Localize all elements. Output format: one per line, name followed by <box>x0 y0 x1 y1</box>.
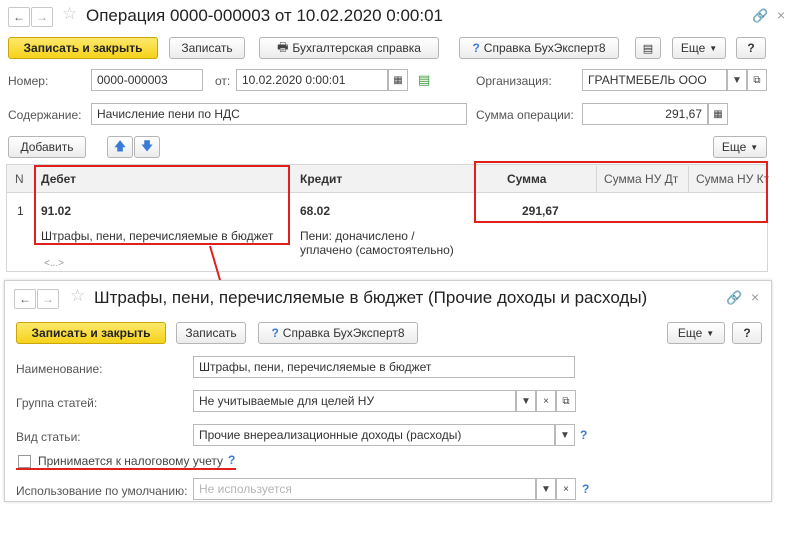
organization-field[interactable]: ГРАНТМЕБЕЛЬ ООО <box>582 69 727 91</box>
debit-highlight-box <box>34 165 290 245</box>
kind-field[interactable]: Прочие внереализационные доходы (расходы… <box>193 424 555 446</box>
credit-account[interactable]: 68.02 <box>300 204 330 218</box>
help-button[interactable]: ? <box>736 37 766 59</box>
arrow-up-icon: 🡅 <box>113 138 127 153</box>
tax-underline <box>16 468 236 470</box>
sub-link-icon[interactable]: 🔗 <box>726 290 742 306</box>
calendar-icon[interactable]: ▦ <box>388 69 408 91</box>
date-label: от: <box>215 74 231 88</box>
sub-close-icon[interactable]: × <box>751 289 759 305</box>
report-icon: ▤ <box>642 42 654 55</box>
group-field[interactable]: Не учитываемые для целей НУ <box>193 390 516 412</box>
printer-icon: 🖶 <box>277 39 289 54</box>
more-label: Еще <box>680 41 706 55</box>
save-button[interactable]: Записать <box>169 37 245 59</box>
accounting-reference-label: Бухгалтерская справка <box>292 41 421 55</box>
more-button[interactable]: Еще ▼ <box>672 37 726 59</box>
content-field[interactable]: Начисление пени по НДС <box>91 103 467 125</box>
default-help-icon[interactable]: ? <box>582 482 589 496</box>
chevron-down-icon: ▼ <box>750 142 759 152</box>
page-title: Операция 0000-000003 от 10.02.2020 0:00:… <box>86 6 443 25</box>
sum-field[interactable]: 291,67 <box>582 103 708 125</box>
table-more-button[interactable]: Еще ▼ <box>713 136 767 158</box>
sum-highlight-box <box>474 161 768 223</box>
sub-save-and-close-button[interactable]: Записать и закрыть <box>16 322 166 344</box>
sub-help-button[interactable]: ? <box>732 322 762 344</box>
arrow-down-icon: 🡇 <box>140 138 154 153</box>
add-row-label: Добавить <box>20 140 74 154</box>
calculator-icon[interactable]: ▦ <box>708 103 728 125</box>
content-label: Содержание: <box>8 108 82 122</box>
move-down-button[interactable]: 🡇 <box>134 136 160 158</box>
group-clear-icon[interactable]: × <box>536 390 556 412</box>
sub-save-button[interactable]: Записать <box>176 322 246 344</box>
default-clear-icon[interactable]: × <box>556 478 576 500</box>
date-field[interactable]: 10.02.2020 0:00:01 <box>236 69 388 91</box>
tax-checkbox-label[interactable]: Принимается к налоговому учету <box>38 454 223 468</box>
kind-help-icon[interactable]: ? <box>580 428 587 442</box>
help-label: ? <box>747 41 755 55</box>
back-button[interactable]: ← <box>8 7 30 27</box>
question-icon: ? <box>271 326 279 340</box>
sub-more-button[interactable]: Еще ▼ <box>667 322 725 344</box>
question-icon: ? <box>472 41 480 55</box>
default-dropdown-icon[interactable]: ▼ <box>536 478 556 500</box>
chevron-down-icon: ▼ <box>706 328 715 338</box>
default-usage-label: Использование по умолчанию: <box>16 484 188 498</box>
sub-forward-button[interactable]: → <box>37 289 59 309</box>
number-field[interactable]: 0000-000003 <box>91 69 203 91</box>
col-credit-header[interactable]: Кредит <box>300 172 342 186</box>
table-more-label: Еще <box>721 140 747 154</box>
name-label: Наименование: <box>16 362 103 376</box>
sub-expert-help-button[interactable]: ? Справка БухЭксперт8 <box>258 322 418 344</box>
default-usage-field[interactable]: Не используется <box>193 478 536 500</box>
sub-save-label: Записать <box>185 326 237 340</box>
credit-subaccount-line1[interactable]: Пени: доначислено / <box>300 229 415 243</box>
favorite-star-icon[interactable]: ☆ <box>62 4 77 24</box>
sub-expert-help-label: Справка БухЭксперт8 <box>282 326 405 340</box>
sub-back-button[interactable]: ← <box>14 289 36 309</box>
number-label: Номер: <box>8 74 49 88</box>
sub-help-label: ? <box>743 326 751 340</box>
credit-subaccount-line2[interactable]: уплачено (самостоятельно) <box>300 243 454 257</box>
add-row-button[interactable]: Добавить <box>8 136 86 158</box>
group-open-icon[interactable]: ⧉ <box>556 390 576 412</box>
subform-title: Штрафы, пени, перечисляемые в бюджет (Пр… <box>94 288 648 307</box>
tax-help-icon[interactable]: ? <box>228 453 235 467</box>
org-open-icon[interactable]: ⧉ <box>747 69 767 91</box>
close-icon[interactable]: × <box>777 7 785 23</box>
col-n-header: N <box>15 172 24 186</box>
sub-save-and-close-label: Записать и закрыть <box>31 326 151 340</box>
group-dropdown-icon[interactable]: ▼ <box>516 390 536 412</box>
more-subaccounts[interactable]: <...> <box>44 258 64 269</box>
org-dropdown-icon[interactable]: ▼ <box>727 69 747 91</box>
group-label: Группа статей: <box>16 396 98 410</box>
name-field[interactable]: Штрафы, пени, перечисляемые в бюджет <box>193 356 575 378</box>
tax-checkbox[interactable] <box>18 455 31 468</box>
move-up-button[interactable]: 🡅 <box>107 136 133 158</box>
row-number: 1 <box>17 204 24 218</box>
expert-help-label: Справка БухЭксперт8 <box>483 41 606 55</box>
sum-label: Сумма операции: <box>476 108 574 122</box>
chevron-down-icon: ▼ <box>709 43 718 53</box>
comment-icon[interactable]: ▤ <box>418 72 430 88</box>
callout-line <box>209 245 221 281</box>
save-and-close-label: Записать и закрыть <box>23 41 143 55</box>
save-and-close-button[interactable]: Записать и закрыть <box>8 37 158 59</box>
kind-label: Вид статьи: <box>16 430 81 444</box>
report-icon-button[interactable]: ▤ <box>635 37 661 59</box>
sub-more-label: Еще <box>677 326 703 340</box>
sub-favorite-star-icon[interactable]: ☆ <box>70 286 85 306</box>
organization-label: Организация: <box>476 74 552 88</box>
kind-dropdown-icon[interactable]: ▼ <box>555 424 575 446</box>
forward-button[interactable]: → <box>31 7 53 27</box>
accounting-reference-button[interactable]: 🖶 Бухгалтерская справка <box>259 37 439 59</box>
expert-help-button[interactable]: ? Справка БухЭксперт8 <box>459 37 619 59</box>
link-icon[interactable]: 🔗 <box>752 8 768 24</box>
save-label: Записать <box>181 41 233 55</box>
